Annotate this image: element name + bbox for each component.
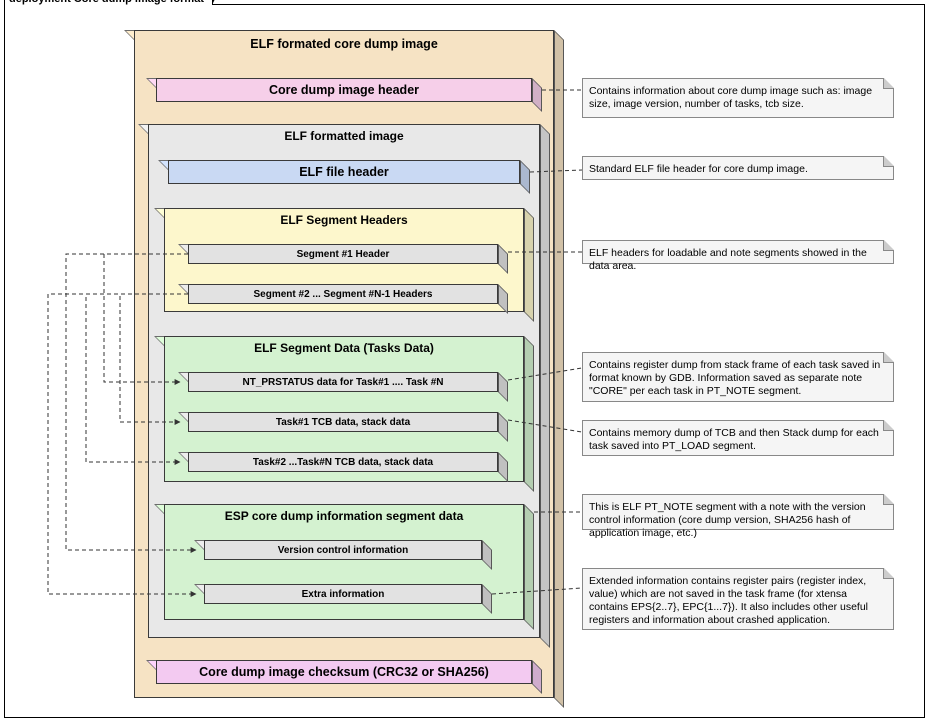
box-task1-tcb: Task#1 TCB data, stack data <box>188 412 498 432</box>
box-checksum: Core dump image checksum (CRC32 or SHA25… <box>156 660 532 684</box>
box-version-control-info: Version control information <box>204 540 482 560</box>
note-tcb: Contains memory dump of TCB and then Sta… <box>582 420 894 456</box>
box-extra-info: Extra information <box>204 584 482 604</box>
box-core-dump-header: Core dump image header <box>156 78 532 102</box>
note-esp-info: This is ELF PT_NOTE segment with a note … <box>582 494 894 530</box>
note-elf-file-header: Standard ELF file header for core dump i… <box>582 156 894 180</box>
box-elf-file-header: ELF file header <box>168 160 520 184</box>
note-segment-headers: ELF headers for loadable and note segmen… <box>582 240 894 264</box>
box-nt-prstatus: NT_PRSTATUS data for Task#1 .... Task #N <box>188 372 498 392</box>
frame-title: deployment Core dump image format <box>4 0 213 5</box>
note-header: Contains information about core dump ima… <box>582 78 894 118</box>
box-segment-n-headers: Segment #2 ... Segment #N-1 Headers <box>188 284 498 304</box>
box-taskn-tcb: Task#2 ...Task#N TCB data, stack data <box>188 452 498 472</box>
note-prstatus: Contains register dump from stack frame … <box>582 352 894 402</box>
box-segment-1-header: Segment #1 Header <box>188 244 498 264</box>
note-extra-info: Extended information contains register p… <box>582 568 894 630</box>
